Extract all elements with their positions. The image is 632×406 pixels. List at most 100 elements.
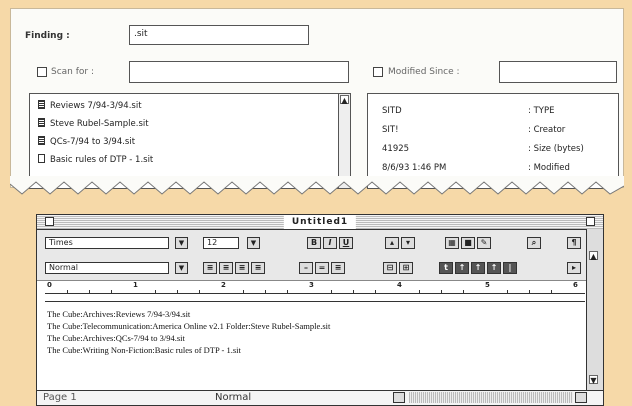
- info-creator-label: : Creator: [528, 125, 566, 135]
- list-item[interactable]: QCs-7/94 to 3/94.sit: [38, 136, 135, 147]
- vertical-scrollbar[interactable]: ▲ ▼: [586, 229, 603, 391]
- info-type-label: : TYPE: [528, 106, 555, 116]
- document-icon: [38, 136, 45, 145]
- info-creator-value: SIT!: [382, 125, 399, 135]
- italic-button[interactable]: I: [323, 237, 337, 249]
- status-bar: Page 1 Normal: [37, 390, 603, 405]
- scroll-up-arrow-icon[interactable]: ▲: [340, 95, 349, 105]
- info-modified-label: : Modified: [528, 163, 570, 173]
- double-space-button[interactable]: ≡: [331, 262, 345, 274]
- document-line[interactable]: The Cube:Archives:QCs-7/94 to 3/94.sit: [47, 333, 185, 343]
- file-list[interactable]: Reviews 7/94-3/94.sit Steve Rubel-Sample…: [29, 93, 351, 189]
- ruler-tick: [287, 290, 288, 294]
- ruler-tick: [419, 290, 420, 294]
- ruler-tick: [463, 290, 464, 294]
- list-item[interactable]: Reviews 7/94-3/94.sit: [38, 100, 142, 111]
- superscript-button[interactable]: ▴: [385, 237, 399, 249]
- modified-since-checkbox[interactable]: [373, 67, 383, 77]
- scan-for-input[interactable]: [129, 61, 349, 83]
- tab-left-button[interactable]: t: [439, 262, 453, 274]
- ruler-tick: [375, 290, 376, 294]
- draw-button[interactable]: ✎: [477, 237, 491, 249]
- info-type-value: SITD: [382, 106, 402, 116]
- list-item[interactable]: Steve Rubel-Sample.sit: [38, 118, 149, 129]
- ruler-tick: [551, 290, 552, 294]
- close-space-button[interactable]: ⊞: [399, 262, 413, 274]
- document-line[interactable]: The Cube:Writing Non-Fiction:Basic rules…: [47, 345, 241, 355]
- ruler-scale-button[interactable]: ▸: [567, 262, 581, 274]
- single-space-button[interactable]: –: [299, 262, 313, 274]
- scan-for-label: Scan for :: [51, 67, 95, 77]
- document-line[interactable]: The Cube:Telecommunication:America Onlin…: [47, 321, 330, 331]
- info-modified-value: 8/6/93 1:46 PM: [382, 163, 447, 173]
- scroll-up-arrow-icon[interactable]: ▲: [589, 251, 598, 261]
- ruler-tick: [67, 290, 68, 294]
- ruler-tick: [441, 290, 442, 294]
- finding-input[interactable]: .sit: [129, 25, 309, 45]
- scroll-down-arrow-icon[interactable]: ▼: [589, 375, 598, 385]
- scroll-right-arrow-icon[interactable]: [575, 392, 587, 403]
- align-right-button[interactable]: ≡: [235, 262, 249, 274]
- bold-button[interactable]: B: [307, 237, 321, 249]
- subscript-button[interactable]: ▾: [401, 237, 415, 249]
- ruler[interactable]: 0 1 2 3 4 5 6: [45, 281, 585, 302]
- ruler-baseline: [45, 293, 585, 294]
- ruler-tick: [507, 290, 508, 294]
- close-box-icon[interactable]: [45, 217, 54, 226]
- font-select[interactable]: Times: [45, 237, 169, 249]
- table-button[interactable]: ▦: [445, 237, 459, 249]
- document-icon: [38, 100, 45, 109]
- torn-edge: [10, 176, 624, 195]
- show-hide-button[interactable]: ¶: [567, 237, 581, 249]
- align-center-button[interactable]: ≡: [219, 262, 233, 274]
- ruler-number: 6: [573, 281, 578, 289]
- ruler-number: 3: [309, 281, 314, 289]
- ruler-number: 4: [397, 281, 402, 289]
- one-half-space-button[interactable]: =: [315, 262, 329, 274]
- ruler-tick: [177, 290, 178, 294]
- document-icon: [38, 154, 45, 163]
- ruler-tick: [529, 290, 530, 294]
- style-indicator: Normal: [215, 392, 252, 403]
- window-titlebar[interactable]: Untitled1: [37, 215, 603, 230]
- ruler-tick: [155, 290, 156, 294]
- modified-since-input[interactable]: [499, 61, 617, 83]
- tab-right-button[interactable]: ↑: [471, 262, 485, 274]
- ruler-number: 0: [47, 281, 52, 289]
- ruler-tick: [243, 290, 244, 294]
- list-item[interactable]: Basic rules of DTP - 1.sit: [38, 154, 153, 165]
- style-select[interactable]: Normal: [45, 262, 169, 274]
- font-size-select[interactable]: 12: [203, 237, 239, 249]
- scan-for-checkbox[interactable]: [37, 67, 47, 77]
- dropdown-arrow-icon[interactable]: ▼: [175, 262, 188, 274]
- open-space-button[interactable]: ⊟: [383, 262, 397, 274]
- file-info-box: SITD : TYPE SIT! : Creator 41925 : Size …: [367, 93, 619, 189]
- ruler-number: 2: [221, 281, 226, 289]
- info-size-value: 41925: [382, 144, 410, 154]
- ruler-number: 5: [485, 281, 490, 289]
- dropdown-arrow-icon[interactable]: ▼: [247, 237, 260, 249]
- zoom-button[interactable]: ⌕: [527, 237, 541, 249]
- tab-decimal-button[interactable]: ↑: [487, 262, 501, 274]
- horizontal-scrollbar[interactable]: [409, 392, 573, 403]
- justify-button[interactable]: ≡: [251, 262, 265, 274]
- dropdown-arrow-icon[interactable]: ▼: [175, 237, 188, 249]
- file-list-scrollbar[interactable]: ▲: [338, 94, 350, 188]
- scroll-left-arrow-icon[interactable]: [393, 392, 405, 403]
- finding-label: Finding :: [25, 31, 70, 41]
- ruler-number: 1: [133, 281, 138, 289]
- ruler-tick: [89, 290, 90, 294]
- window-title: Untitled1: [283, 215, 357, 229]
- page-indicator: Page 1: [43, 392, 77, 403]
- document-line[interactable]: The Cube:Archives:Reviews 7/94-3/94.sit: [47, 309, 190, 319]
- ruler-tick: [265, 290, 266, 294]
- align-left-button[interactable]: ≡: [203, 262, 217, 274]
- underline-button[interactable]: U: [339, 237, 353, 249]
- zoom-box-icon[interactable]: [586, 217, 595, 226]
- document-icon: [38, 118, 45, 127]
- picture-button[interactable]: ■: [461, 237, 475, 249]
- tab-center-button[interactable]: ↑: [455, 262, 469, 274]
- word-document-window: Untitled1 Times ▼ 12 ▼ B I U ▴ ▾ ▦ ■ ✎ ⌕…: [36, 214, 604, 406]
- info-size-label: : Size (bytes): [528, 144, 584, 154]
- tab-bar-button[interactable]: |: [503, 262, 517, 274]
